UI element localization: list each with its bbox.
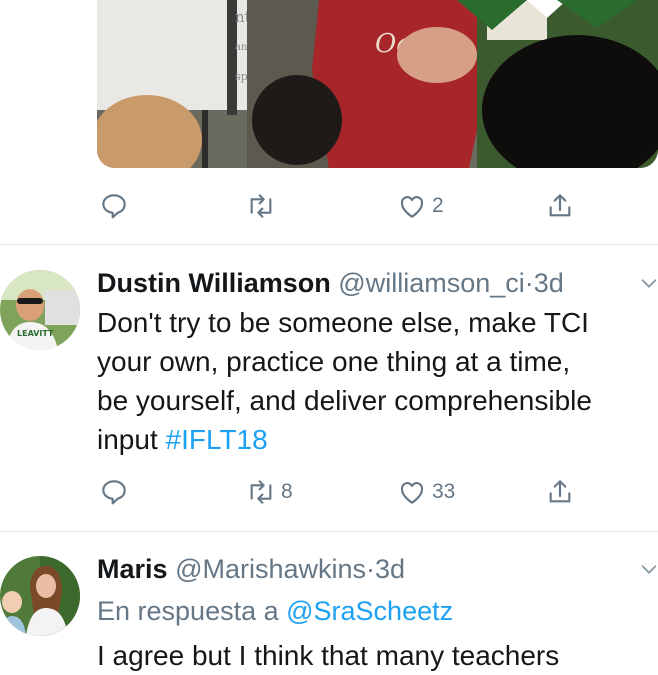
tweet2-header: Dustin Williamson @williamson_ci·3d — [97, 266, 564, 300]
tweet-text-prefix: input — [97, 424, 166, 455]
replying-to-label: En respuesta a — [97, 596, 287, 626]
timestamp[interactable]: 3d — [534, 268, 564, 298]
classroom-photo: ntes ante/escritas spués Oa — [97, 0, 658, 168]
username[interactable]: @Marishawkins — [175, 554, 366, 584]
tweet-divider — [0, 531, 658, 532]
tweet3-header: Maris @Marishawkins·3d — [97, 552, 405, 586]
tweet-media-image[interactable]: ntes ante/escritas spués Oa — [97, 0, 658, 168]
tweet-text: Don't try to be someone else, make TCI y… — [97, 303, 658, 459]
tweet-text-line: I agree but I think that many teachers — [97, 640, 560, 671]
avatar[interactable]: LEAVITT — [0, 270, 80, 350]
avatar-dustin: LEAVITT — [0, 270, 80, 350]
chevron-down-icon — [641, 565, 657, 574]
like-icon — [400, 482, 424, 504]
retweet-icon — [250, 194, 272, 218]
reply-icon — [102, 194, 126, 219]
tweet-divider — [0, 244, 658, 245]
chevron-down-icon — [641, 279, 657, 288]
tweet2-actions: 8 33 — [0, 476, 658, 516]
tweet1-actions: 2 — [0, 190, 658, 230]
reply-button[interactable] — [98, 476, 134, 508]
display-name[interactable]: Dustin Williamson — [97, 268, 331, 298]
separator-dot: · — [524, 268, 534, 298]
retweet-button[interactable] — [245, 190, 281, 222]
like-icon — [400, 196, 424, 218]
share-button[interactable] — [544, 476, 576, 508]
share-icon — [549, 194, 571, 217]
tweet-options-button[interactable] — [638, 272, 658, 299]
username[interactable]: @williamson_ci — [338, 268, 524, 298]
tweet-options-button[interactable] — [638, 558, 658, 585]
tweet-text: I agree but I think that many teachers — [97, 636, 658, 675]
reply-icon — [102, 480, 126, 505]
replying-to: En respuesta a @SraScheetz — [97, 594, 453, 628]
tweet-text-line: Don't try to be someone else, make TCI — [97, 307, 589, 338]
share-button[interactable] — [544, 190, 576, 222]
retweet-button[interactable]: 8 — [245, 476, 293, 508]
retweet-icon — [250, 480, 272, 504]
share-icon — [549, 480, 571, 503]
like-count: 2 — [432, 194, 444, 217]
tweet-text-line-last: input #IFLT18 — [97, 420, 658, 459]
hashtag-link[interactable]: #IFLT18 — [166, 424, 268, 455]
avatar-maris — [0, 556, 80, 636]
timestamp[interactable]: 3d — [375, 554, 405, 584]
retweet-count: 8 — [281, 480, 293, 503]
display-name[interactable]: Maris — [97, 554, 168, 584]
like-button[interactable]: 33 — [396, 476, 455, 508]
like-button[interactable]: 2 — [396, 190, 444, 222]
mention-link[interactable]: @SraScheetz — [286, 596, 453, 626]
separator-dot: · — [366, 554, 376, 584]
tweet-text-line: your own, practice one thing at a time, — [97, 346, 571, 377]
svg-text:LEAVITT: LEAVITT — [17, 329, 54, 338]
reply-button[interactable] — [98, 190, 134, 222]
avatar[interactable] — [0, 556, 80, 636]
like-count: 33 — [432, 480, 456, 503]
tweet-text-line: be yourself, and deliver comprehensible — [97, 385, 592, 416]
